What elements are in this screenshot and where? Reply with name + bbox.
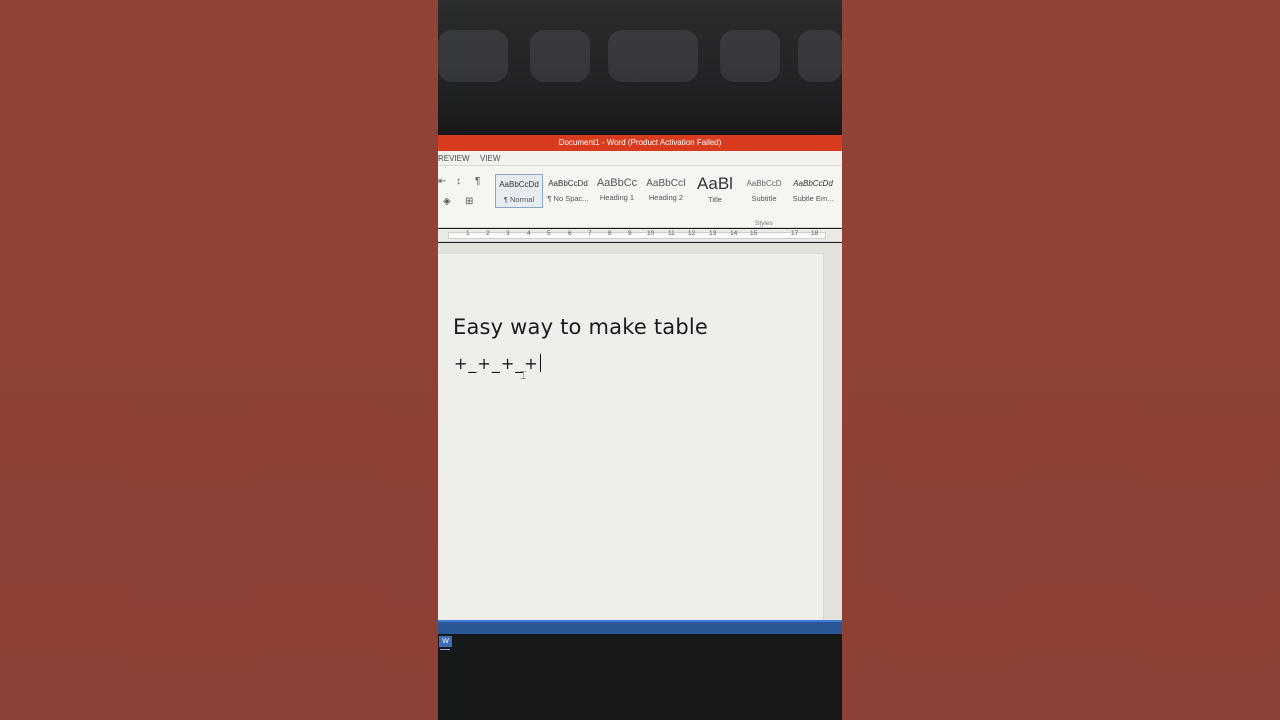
ruler-mark: 7 bbox=[588, 230, 592, 237]
tab-view[interactable]: VIEW bbox=[480, 154, 500, 163]
bezel-shape bbox=[720, 30, 780, 82]
bezel-shape bbox=[608, 30, 698, 82]
style-name: Title bbox=[708, 195, 722, 204]
style-no-spacing[interactable]: AaBbCcDd ¶ No Spac... bbox=[544, 174, 592, 208]
ruler-mark: 4 bbox=[527, 230, 531, 237]
active-app-indicator bbox=[440, 649, 450, 650]
ruler-mark: 3 bbox=[506, 230, 510, 237]
style-name: Heading 1 bbox=[599, 193, 635, 202]
sort-icon[interactable]: ↕ bbox=[456, 176, 461, 187]
style-title[interactable]: AaBl Title bbox=[691, 174, 739, 208]
style-name: ¶ No Spac... bbox=[547, 194, 589, 203]
ruler-mark: 6 bbox=[568, 230, 572, 237]
ruler-mark: 8 bbox=[608, 230, 612, 237]
ruler-mark: 5 bbox=[547, 230, 551, 237]
style-preview: AaBbCcD bbox=[746, 179, 782, 188]
style-preview: AaBbCcDd bbox=[793, 179, 833, 188]
ruler-mark: 9 bbox=[628, 230, 632, 237]
text-caret bbox=[540, 354, 541, 372]
ruler-mark: 13 bbox=[709, 230, 717, 237]
status-bar bbox=[438, 620, 842, 634]
paragraph-group: ⇤ ↕ ¶ ◈ ⊞ bbox=[438, 172, 490, 212]
ruler-mark: 15 bbox=[750, 230, 758, 237]
style-name: Subtle Em... bbox=[792, 194, 834, 203]
style-normal[interactable]: AaBbCcDd ¶ Normal bbox=[495, 174, 543, 208]
ruler-mark: 14 bbox=[730, 230, 738, 237]
ribbon: ⇤ ↕ ¶ ◈ ⊞ AaBbCcDd ¶ Normal AaBbCcDd ¶ N… bbox=[438, 166, 842, 228]
bezel-shape bbox=[530, 30, 590, 82]
word-taskbar-icon[interactable]: W bbox=[439, 636, 452, 647]
indent-icon[interactable]: ⇤ bbox=[438, 176, 446, 187]
style-heading-1[interactable]: AaBbCc Heading 1 bbox=[593, 174, 641, 208]
style-name: Heading 2 bbox=[648, 193, 684, 202]
ribbon-tabs: REVIEW VIEW bbox=[438, 151, 842, 166]
ruler-mark: 11 bbox=[668, 230, 675, 237]
style-preview: AaBl bbox=[697, 174, 733, 193]
right-background bbox=[842, 0, 1280, 720]
left-background bbox=[0, 0, 438, 720]
photo-frame: Document1 - Word (Product Activation Fai… bbox=[438, 0, 842, 720]
ruler-mark: 12 bbox=[688, 230, 696, 237]
styles-group-label: Styles bbox=[755, 220, 773, 227]
style-preview: AaBbCcDd bbox=[499, 180, 539, 189]
ruler-mark: 17 bbox=[791, 230, 799, 237]
bezel-shape bbox=[438, 30, 508, 82]
style-subtle-emphasis[interactable]: AaBbCcDd Subtle Em... bbox=[789, 174, 837, 208]
window-title: Document1 - Word (Product Activation Fai… bbox=[438, 135, 842, 151]
taskbar: W bbox=[438, 634, 842, 720]
style-preview: AaBbCcDd bbox=[548, 179, 588, 188]
ruler-mark: 1 bbox=[466, 230, 470, 237]
style-preview: AaBbCcI bbox=[646, 178, 686, 189]
style-name: Subtitle bbox=[751, 194, 777, 203]
horizontal-ruler[interactable]: 1 2 3 4 5 6 7 8 9 10 11 12 13 14 15 17 1… bbox=[438, 229, 842, 242]
style-heading-2[interactable]: AaBbCcI Heading 2 bbox=[642, 174, 690, 208]
style-subtitle[interactable]: AaBbCcD Subtitle bbox=[740, 174, 788, 208]
ruler-mark: 10 bbox=[647, 230, 655, 237]
ruler-track bbox=[448, 232, 826, 239]
shading-icon[interactable]: ◈ bbox=[443, 196, 451, 207]
document-page[interactable]: Easy way to make table +_+_+_+ ⌶ bbox=[438, 253, 824, 620]
document-heading[interactable]: Easy way to make table bbox=[453, 315, 708, 339]
ruler-mark: 18 bbox=[811, 230, 819, 237]
style-preview: AaBbCc bbox=[596, 177, 638, 189]
tab-review[interactable]: REVIEW bbox=[438, 154, 470, 163]
document-canvas: Easy way to make table +_+_+_+ ⌶ bbox=[438, 243, 842, 620]
ruler-mark: 2 bbox=[486, 230, 490, 237]
monitor-bezel bbox=[438, 0, 842, 135]
style-name: ¶ Normal bbox=[503, 195, 535, 204]
bezel-shape bbox=[798, 30, 842, 82]
ibeam-cursor-icon: ⌶ bbox=[520, 369, 527, 382]
pilcrow-icon[interactable]: ¶ bbox=[475, 176, 480, 187]
borders-icon[interactable]: ⊞ bbox=[465, 196, 473, 207]
